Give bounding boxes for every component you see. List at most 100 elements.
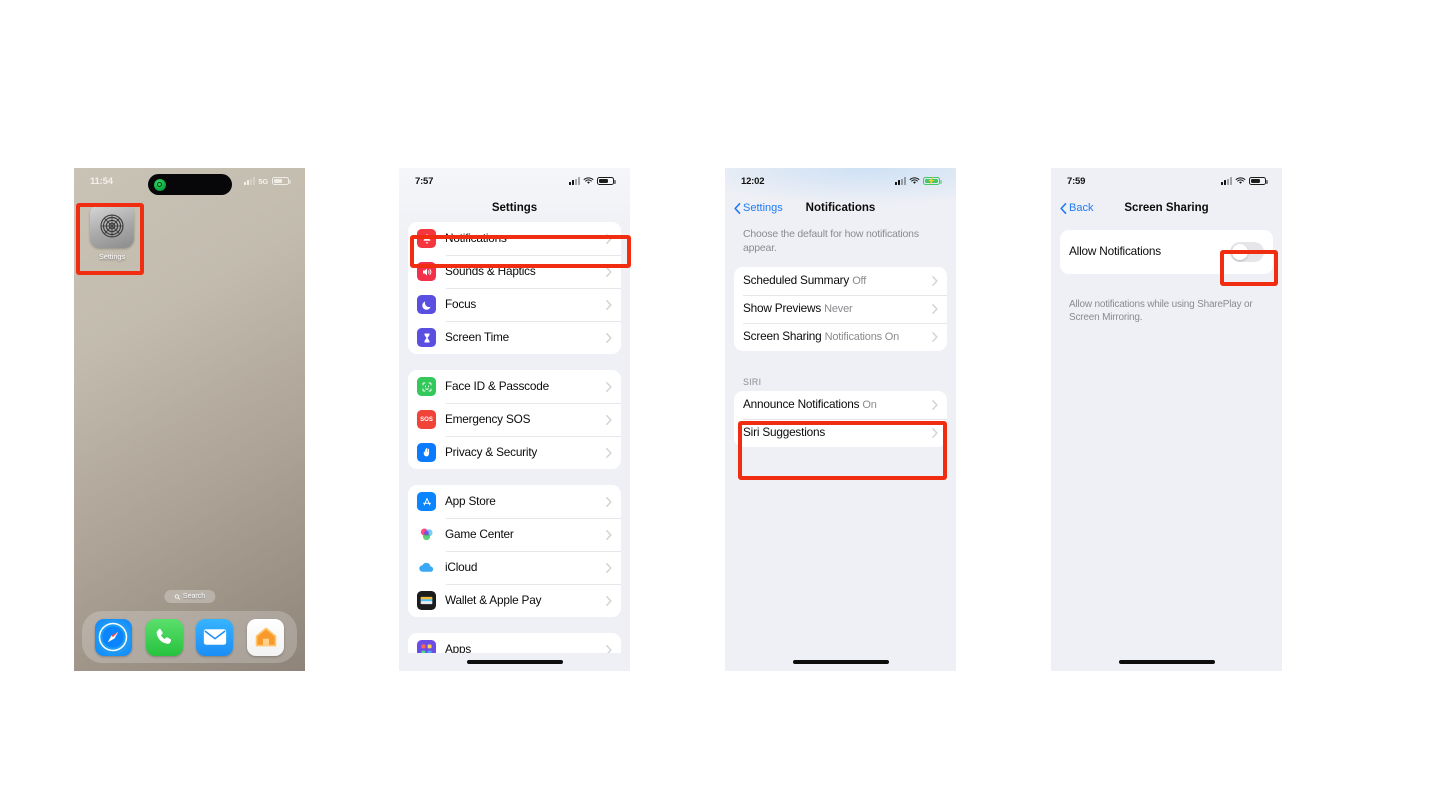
settings-row-label: iCloud [445, 559, 478, 574]
nav-bar: Settings [399, 194, 630, 222]
chevron-right-icon [932, 276, 938, 287]
settings-row-label: Face ID & Passcode [445, 378, 549, 393]
settings-row-announce-notifications[interactable]: Announce Notifications On [734, 391, 947, 419]
settings-row-wallet-apple-pay[interactable]: Wallet & Apple Pay [408, 584, 621, 617]
icloud-icon [417, 558, 436, 577]
settings-row-focus[interactable]: Focus [408, 288, 621, 321]
settings-row-apps[interactable]: Apps [408, 633, 621, 653]
settings-group: Notifications Sounds & Haptics Focus Scr… [408, 222, 621, 354]
allow-notifications-row[interactable]: Allow Notifications [1060, 230, 1273, 274]
status-bar: 7:57 [399, 168, 630, 194]
settings-row-icloud[interactable]: iCloud [408, 551, 621, 584]
app-icon-settings[interactable]: Settings [84, 204, 140, 261]
cellular-bars-icon [1221, 177, 1232, 185]
settings-row-emergency-sos[interactable]: SOS Emergency SOS [408, 403, 621, 436]
settings-row-value: On [862, 399, 877, 412]
status-indicators: ⚡ [895, 176, 942, 186]
dynamic-island[interactable] [147, 174, 232, 195]
status-time: 7:59 [1067, 175, 1086, 187]
chevron-right-icon [606, 381, 612, 392]
chevron-right-icon [932, 304, 938, 315]
app-grid: Settings [84, 204, 140, 261]
settings-row-screen-sharing[interactable]: Screen Sharing Notifications On [734, 323, 947, 351]
page-title: Notifications [805, 202, 876, 214]
safari-icon[interactable] [94, 618, 132, 656]
settings-row-game-center[interactable]: Game Center [408, 518, 621, 551]
mail-glyph [203, 629, 227, 645]
cellular-bars-icon [244, 177, 256, 185]
mail-icon[interactable] [196, 618, 234, 656]
settings-row-app-store[interactable]: App Store [408, 485, 621, 518]
charging-bolt-icon: ⚡ [927, 177, 936, 185]
settings-row-label: Apps [445, 641, 472, 653]
safari-glyph [99, 622, 128, 652]
phone-notifications-screen: 12:02 ⚡ Settings Notifications Choose th… [725, 168, 956, 671]
status-bar: 12:02 ⚡ [725, 168, 956, 194]
settings-row-label: Wallet & Apple Pay [445, 592, 542, 607]
home-indicator [725, 653, 956, 671]
settings-row-label: Privacy & Security [445, 444, 538, 459]
settings-row-screen-time[interactable]: Screen Time [408, 321, 621, 354]
chevron-right-icon [606, 299, 612, 310]
settings-row-label: Emergency SOS [445, 411, 531, 426]
chevron-right-icon [606, 529, 612, 540]
settings-row-label: Screen Sharing [743, 329, 822, 344]
settings-group: Announce Notifications On Siri Suggestio… [734, 391, 947, 448]
settings-row-notifications[interactable]: Notifications [408, 222, 621, 255]
settings-row-label: Announce Notifications [743, 397, 860, 412]
settings-row-label: Screen Time [445, 329, 510, 344]
settings-row-text: Scheduled Summary Off [743, 273, 923, 288]
chevron-right-icon [606, 233, 612, 244]
toggle-knob [1231, 243, 1249, 261]
phone-home-screen: 11:54 5G Settings Search [74, 168, 305, 671]
phone-glyph [156, 628, 172, 644]
back-button-label: Settings [743, 202, 783, 214]
search-icon [174, 593, 180, 600]
network-type-label: 5G [258, 176, 268, 186]
app-label: Settings [98, 252, 126, 261]
gear-glyph [100, 214, 124, 238]
footnote-text: Allow notifications while using SharePla… [1069, 299, 1253, 324]
settings-row-sounds-haptics[interactable]: Sounds & Haptics [408, 255, 621, 288]
chevron-right-icon [606, 644, 612, 653]
status-time: 12:02 [741, 175, 765, 187]
notifications-page: 12:02 ⚡ Settings Notifications Choose th… [725, 168, 956, 671]
phone-icon[interactable] [145, 618, 183, 656]
back-button[interactable]: Settings [734, 202, 783, 214]
wifi-icon [1235, 177, 1246, 185]
faceid-icon [417, 377, 436, 396]
hand-icon [417, 443, 436, 462]
wifi-icon [583, 177, 594, 185]
allow-notifications-toggle[interactable] [1230, 242, 1264, 262]
screen-sharing-list[interactable]: Allow Notifications Allow notifications … [1051, 222, 1282, 653]
settings-row-text: Announce Notifications On [743, 397, 923, 412]
screen-sharing-page: 7:59 Back Screen Sharing Allow Notificat… [1051, 168, 1282, 671]
notifications-list[interactable]: Choose the default for how notifications… [725, 222, 956, 653]
nav-bar: Settings Notifications [725, 194, 956, 222]
settings-list[interactable]: Notifications Sounds & Haptics Focus Scr… [399, 222, 630, 653]
chevron-right-icon [606, 332, 612, 343]
settings-row-value: Never [824, 303, 853, 316]
chevron-right-icon [932, 332, 938, 343]
settings-row-privacy-security[interactable]: Privacy & Security [408, 436, 621, 469]
home-indicator [399, 653, 630, 671]
status-time: 11:54 [90, 175, 113, 187]
back-button[interactable]: Back [1060, 202, 1093, 214]
settings-group: Apps [408, 633, 621, 653]
settings-row-face-id-passcode[interactable]: Face ID & Passcode [408, 370, 621, 403]
allow-notifications-label: Allow Notifications [1069, 244, 1161, 259]
settings-row-show-previews[interactable]: Show Previews Never [734, 295, 947, 323]
battery-charging-icon: ⚡ [923, 176, 942, 186]
settings-row-scheduled-summary[interactable]: Scheduled Summary Off [734, 267, 947, 295]
sos-icon: SOS [417, 410, 436, 429]
home-icon[interactable] [247, 618, 285, 656]
chevron-right-icon [932, 400, 938, 411]
search-pill[interactable]: Search [163, 590, 216, 603]
wallet-icon [417, 591, 436, 610]
status-indicators [569, 176, 616, 186]
chevron-left-icon [734, 202, 741, 214]
settings-row-siri-suggestions[interactable]: Siri Suggestions [734, 419, 947, 447]
status-bar: 11:54 5G [74, 168, 305, 195]
settings-group: Face ID & Passcode SOS Emergency SOS Pri… [408, 370, 621, 469]
chevron-right-icon [932, 428, 938, 439]
